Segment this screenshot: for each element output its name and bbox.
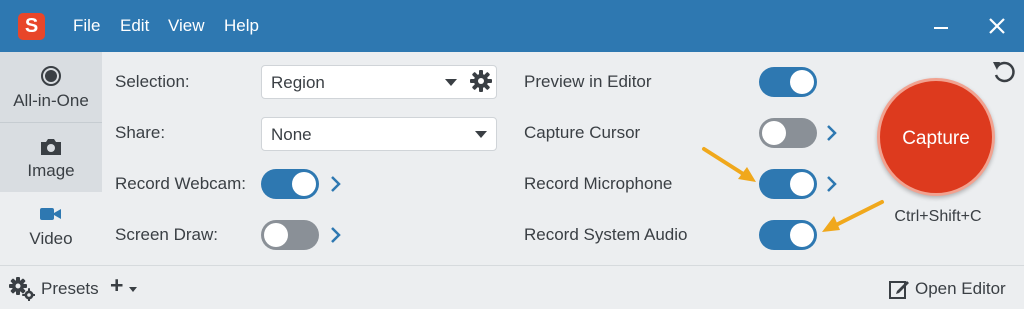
share-value: None	[271, 125, 312, 144]
camera-icon	[41, 139, 61, 155]
menu-help[interactable]: Help	[224, 16, 259, 36]
share-dropdown[interactable]: None	[261, 117, 497, 151]
chevron-right-icon[interactable]	[329, 226, 343, 244]
chevron-right-icon[interactable]	[825, 124, 839, 142]
menu-edit[interactable]: Edit	[120, 16, 149, 36]
tab-all-in-one[interactable]: All-in-One	[0, 52, 102, 122]
record-microphone-toggle[interactable]	[759, 169, 817, 199]
minimize-icon[interactable]	[929, 14, 953, 38]
annotation-arrow-icon	[702, 147, 756, 182]
app-logo-icon: S	[18, 13, 45, 40]
record-webcam-label: Record Webcam:	[115, 174, 247, 193]
record-webcam-toggle[interactable]	[261, 169, 319, 199]
selection-value: Region	[271, 73, 325, 92]
selection-dropdown[interactable]: Region	[261, 65, 497, 99]
selection-label: Selection:	[115, 72, 190, 91]
presets-gear-icon[interactable]	[9, 277, 35, 301]
open-editor-label[interactable]: Open Editor	[915, 279, 1006, 299]
record-system-audio-label: Record System Audio	[524, 225, 688, 244]
capture-cursor-toggle[interactable]	[759, 118, 817, 148]
record-dot-icon	[41, 66, 61, 86]
capture-button[interactable]: Capture	[877, 78, 995, 196]
chevron-down-icon	[445, 79, 457, 86]
edit-icon[interactable]	[888, 278, 910, 300]
video-camera-icon	[40, 208, 61, 220]
tab-image-label: Image	[27, 161, 75, 180]
chevron-down-icon	[475, 131, 487, 138]
share-label: Share:	[115, 123, 166, 142]
capture-button-label: Capture	[902, 128, 970, 149]
presets-label[interactable]: Presets	[41, 279, 99, 299]
title-bar: S File Edit View Help	[0, 0, 1024, 52]
record-microphone-label: Record Microphone	[524, 174, 673, 193]
preview-in-editor-label: Preview in Editor	[524, 72, 652, 91]
tab-image[interactable]: Image	[0, 122, 102, 192]
preview-in-editor-toggle[interactable]	[759, 67, 817, 97]
bottom-bar: Presets + Open Editor	[0, 265, 1024, 309]
reset-icon[interactable]	[991, 59, 1017, 85]
menu-file[interactable]: File	[73, 16, 100, 36]
tab-video[interactable]: Video	[0, 192, 102, 264]
screen-draw-toggle[interactable]	[261, 220, 319, 250]
close-icon[interactable]	[985, 14, 1009, 38]
tab-all-in-one-label: All-in-One	[13, 91, 89, 110]
add-preset-button[interactable]: +	[110, 274, 123, 297]
capture-cursor-label: Capture Cursor	[524, 123, 641, 142]
chevron-right-icon[interactable]	[825, 175, 839, 193]
chevron-down-icon[interactable]	[129, 287, 137, 292]
record-system-audio-toggle[interactable]	[759, 220, 817, 250]
tab-video-label: Video	[29, 229, 73, 248]
chevron-right-icon[interactable]	[329, 175, 343, 193]
gear-icon[interactable]	[470, 70, 492, 92]
screen-draw-label: Screen Draw:	[115, 225, 218, 244]
capture-shortcut: Ctrl+Shift+C	[894, 208, 982, 225]
menu-view[interactable]: View	[168, 16, 205, 36]
